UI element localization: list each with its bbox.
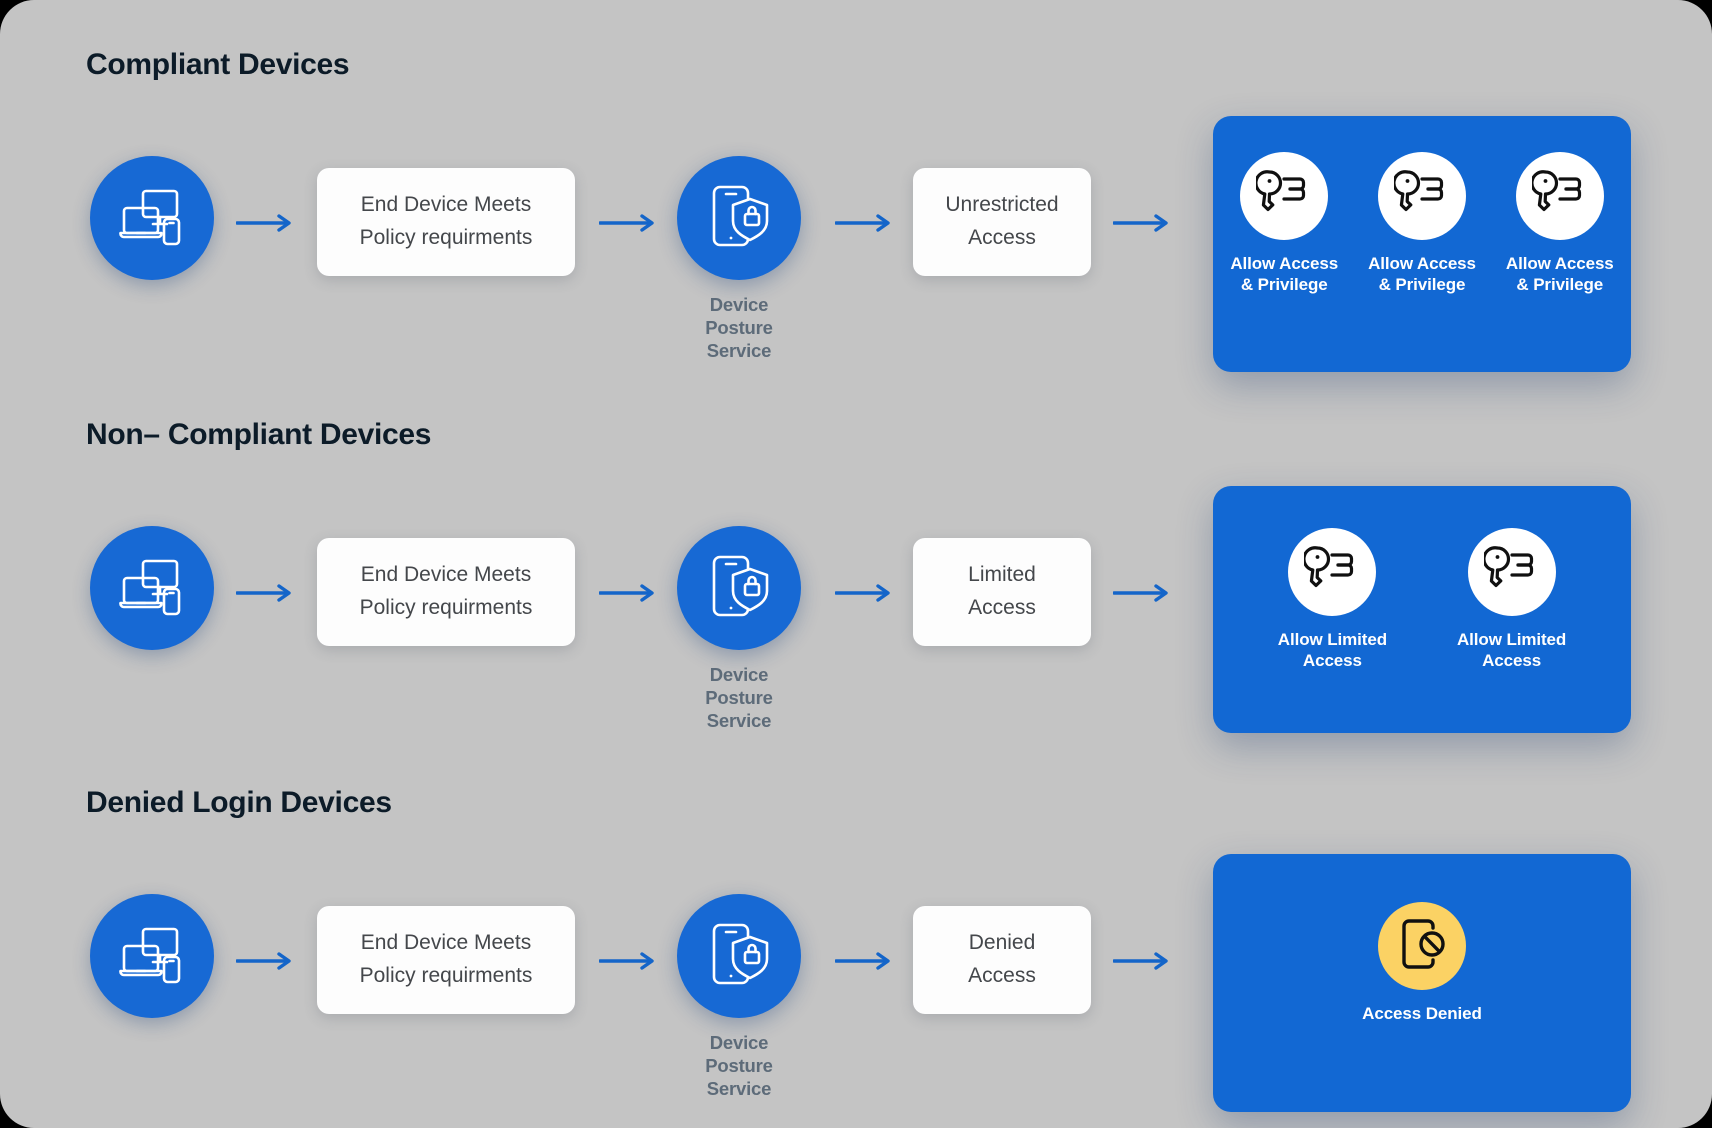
access-card-denied: Denied Access (913, 906, 1091, 1014)
devices-monitor-laptop-phone-icon (117, 557, 187, 619)
result-panel-denied: Access Denied (1213, 854, 1631, 1112)
posture-label-denied: Device Posture Service (677, 1031, 801, 1100)
policy-card-line2: Policy requirments (359, 964, 533, 987)
key-icon-wrapper (1515, 152, 1604, 240)
posture-circle-compliant (677, 156, 801, 280)
posture-label-line1: Device Posture (705, 664, 773, 709)
arrow-1-denied (236, 948, 298, 974)
result-label: Access Denied (1362, 1003, 1482, 1024)
posture-non-compliant: Device Posture Service (677, 526, 801, 732)
result-label-line2: Access (1302, 651, 1362, 671)
result-label-line2: & Privilege (1378, 275, 1466, 295)
posture-denied: Device Posture Service (677, 894, 801, 1100)
access-card-line2: Access (968, 596, 1036, 619)
device-circle-denied (90, 894, 214, 1018)
key-access-icon (1481, 544, 1540, 601)
arrow-3-compliant (835, 210, 897, 236)
result-label-line2: Access (1482, 651, 1542, 671)
phone-shield-lock-icon (705, 553, 773, 624)
policy-card-line1: End Device Meets (360, 563, 532, 587)
result-label-line1: Allow Access (1368, 254, 1476, 273)
device-circle-non-compliant (90, 526, 214, 650)
policy-card-line1: End Device Meets (360, 931, 532, 955)
key-access-icon (1392, 168, 1450, 225)
access-card-line1: Limited (968, 563, 1036, 587)
result-label: Allow Limited Access (1278, 629, 1387, 672)
result-item: Allow Access & Privilege (1506, 152, 1614, 296)
access-card-line2: Access (968, 226, 1036, 249)
policy-card-non-compliant: End Device Meets Policy requirments (317, 538, 575, 646)
result-label: Allow Access & Privilege (1368, 253, 1476, 296)
access-card-line1: Denied (968, 931, 1036, 955)
arrow-1-non-compliant (236, 580, 298, 606)
key-access-icon (1530, 168, 1588, 225)
access-card-compliant: Unrestricted Access (913, 168, 1091, 276)
policy-card-denied: End Device Meets Policy requirments (317, 906, 575, 1014)
access-card-non-compliant: Limited Access (913, 538, 1091, 646)
result-label-line1: Allow Access (1505, 254, 1614, 273)
arrow-2-compliant (599, 210, 661, 236)
policy-card-line2: Policy requirments (359, 596, 533, 619)
posture-label-compliant: Device Posture Service (677, 293, 801, 362)
key-access-icon (1302, 544, 1360, 601)
policy-card-line1: End Device Meets (360, 193, 532, 217)
result-label-line2: & Privilege (1516, 275, 1604, 295)
arrow-3-non-compliant (835, 580, 897, 606)
arrow-4-denied (1113, 948, 1175, 974)
result-panel-non-compliant: Allow Limited Access Allow Limited Acces… (1213, 486, 1631, 733)
result-label: Allow Access & Privilege (1230, 253, 1338, 296)
result-label: Allow Limited Access (1457, 629, 1566, 672)
access-denied-icon (1394, 917, 1450, 976)
access-card-line2: Access (968, 964, 1036, 987)
phone-shield-lock-icon (705, 183, 773, 254)
posture-circle-denied (677, 894, 801, 1018)
result-label-line1: Allow Access (1230, 254, 1339, 273)
key-icon-wrapper (1288, 528, 1377, 616)
result-item: Allow Limited Access (1278, 528, 1387, 672)
result-label-line1: Allow Limited (1277, 630, 1387, 649)
denied-icon-wrapper (1378, 902, 1466, 990)
phone-shield-lock-icon (705, 921, 773, 992)
key-icon-wrapper (1240, 152, 1329, 240)
result-item: Allow Limited Access (1457, 528, 1566, 672)
result-label: Allow Access & Privilege (1506, 253, 1614, 296)
result-item: Access Denied (1362, 902, 1482, 1024)
section-title-compliant: Compliant Devices (86, 48, 350, 81)
devices-monitor-laptop-phone-icon (117, 187, 187, 249)
key-icon-wrapper (1467, 528, 1556, 616)
key-access-icon (1254, 168, 1312, 225)
section-title-denied: Denied Login Devices (86, 786, 392, 819)
arrow-3-denied (835, 948, 897, 974)
posture-label-line1: Device Posture (705, 294, 773, 339)
posture-label-line2: Service (706, 710, 772, 732)
device-circle-compliant (90, 156, 214, 280)
result-item: Allow Access & Privilege (1368, 152, 1476, 296)
diagram-canvas: Compliant Devices End Device Meets Polic… (0, 0, 1712, 1128)
result-label-line1: Allow Limited (1457, 630, 1567, 649)
posture-label-non-compliant: Device Posture Service (677, 663, 801, 732)
arrow-2-denied (599, 948, 661, 974)
arrow-4-non-compliant (1113, 580, 1175, 606)
result-label-line2: & Privilege (1240, 275, 1328, 295)
posture-circle-non-compliant (677, 526, 801, 650)
arrow-2-non-compliant (599, 580, 661, 606)
posture-label-line2: Service (706, 1078, 772, 1100)
result-item: Allow Access & Privilege (1230, 152, 1338, 296)
posture-label-line2: Service (706, 340, 772, 362)
posture-label-line1: Device Posture (705, 1032, 773, 1077)
result-label-line1: Access Denied (1362, 1004, 1482, 1023)
policy-card-compliant: End Device Meets Policy requirments (317, 168, 575, 276)
devices-monitor-laptop-phone-icon (117, 925, 187, 987)
arrow-4-compliant (1113, 210, 1175, 236)
result-panel-compliant: Allow Access & Privilege Allow Access & … (1213, 116, 1631, 372)
policy-card-line2: Policy requirments (359, 226, 533, 249)
access-card-line1: Unrestricted (945, 193, 1059, 217)
posture-compliant: Device Posture Service (677, 156, 801, 362)
arrow-1-compliant (236, 210, 298, 236)
key-icon-wrapper (1378, 152, 1466, 240)
section-title-non-compliant: Non– Compliant Devices (86, 418, 432, 451)
